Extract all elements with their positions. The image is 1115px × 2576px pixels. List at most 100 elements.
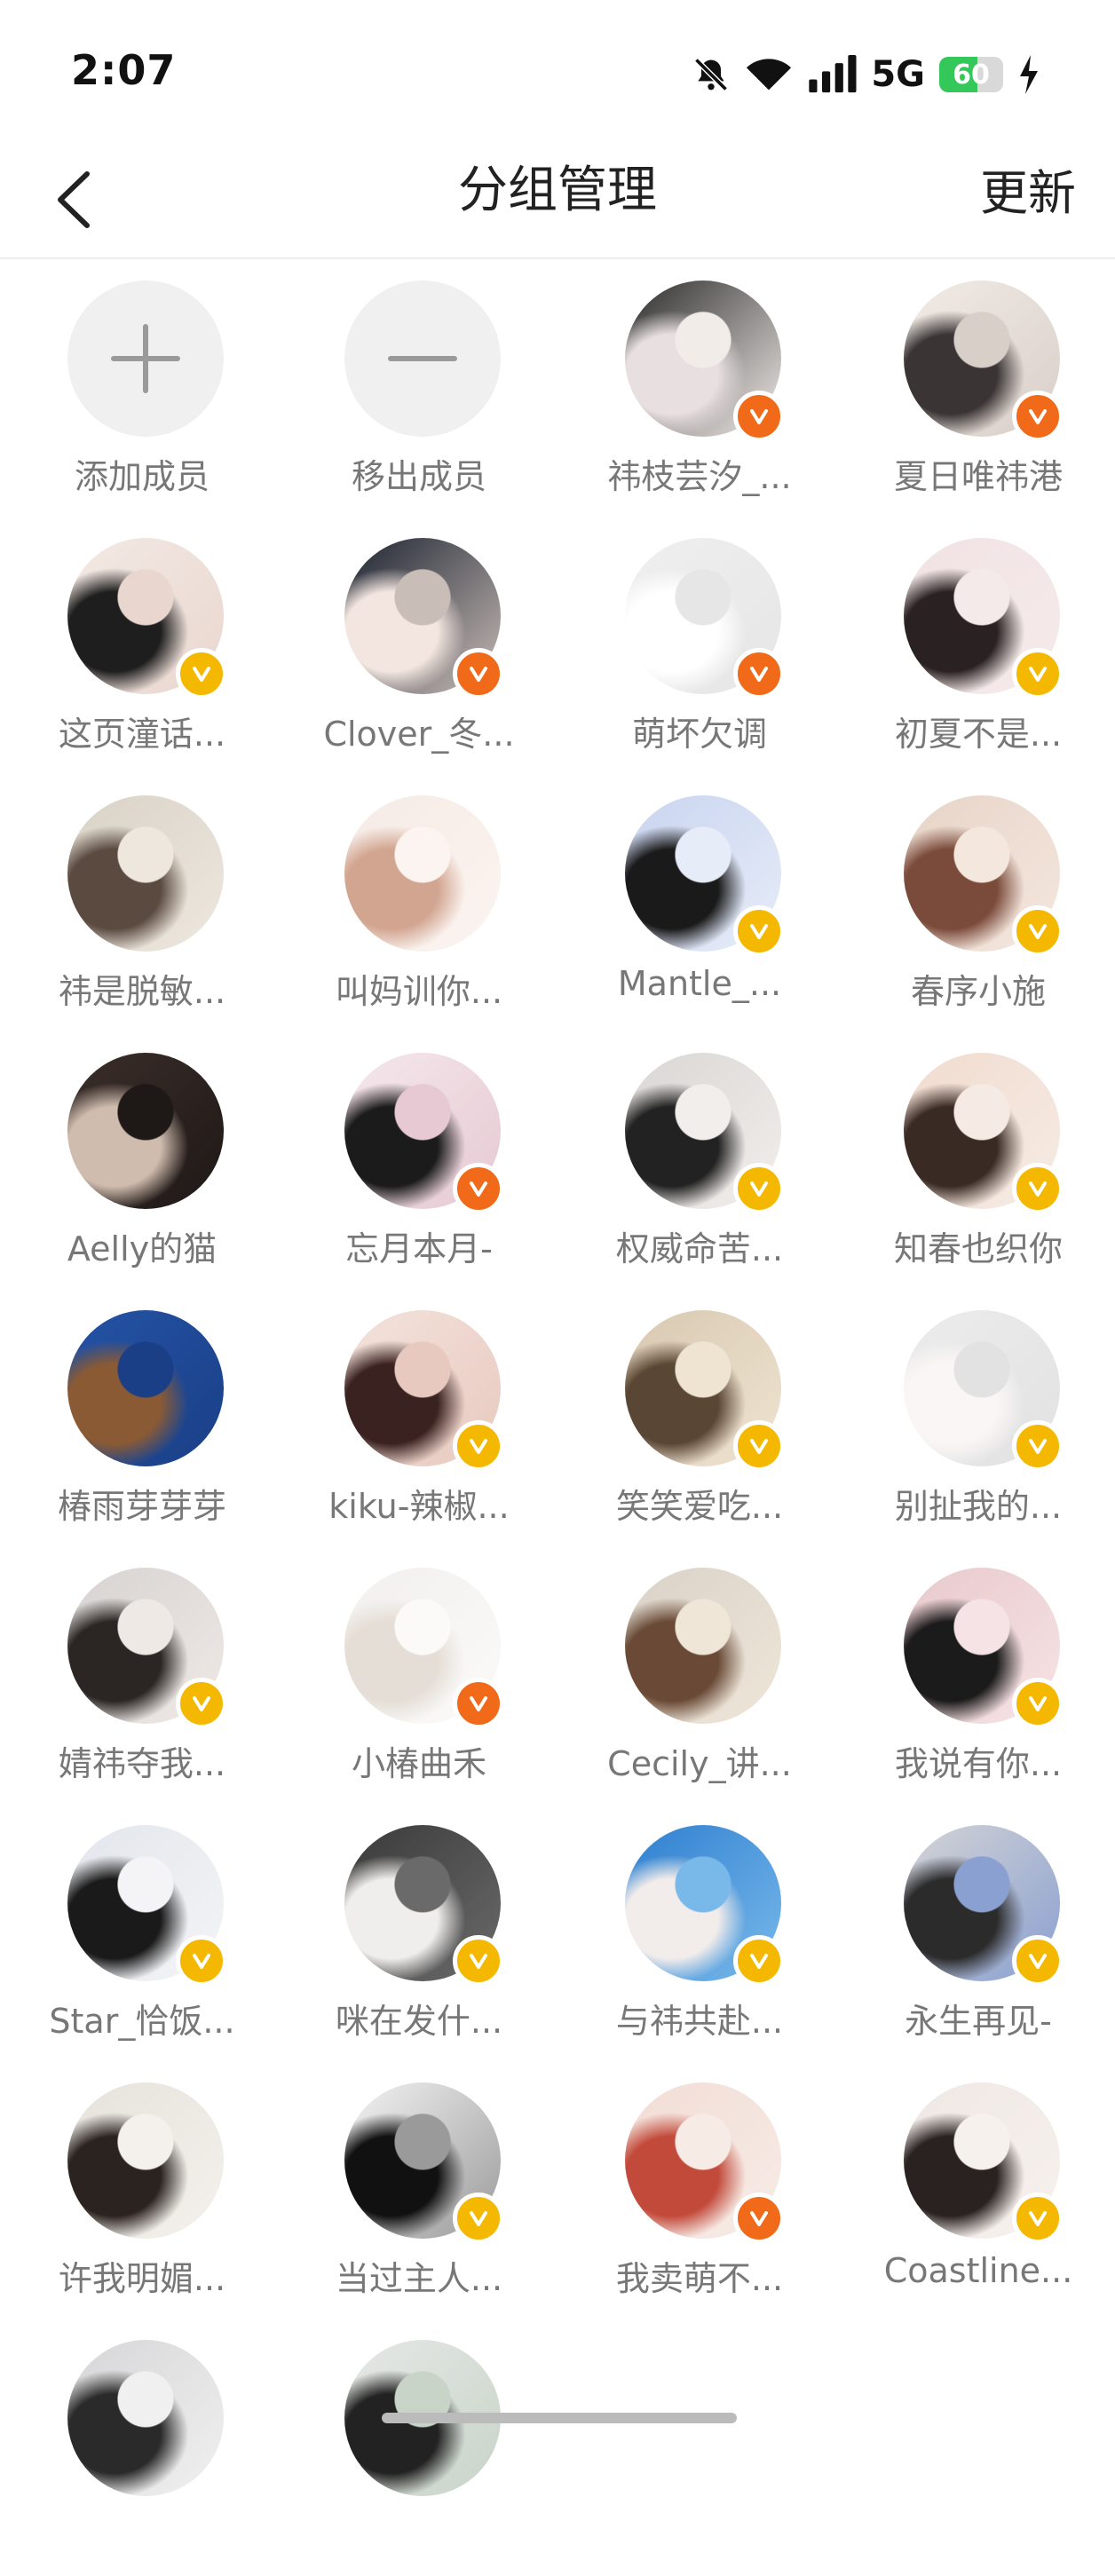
add-member-label: 添加成员	[74, 457, 210, 496]
verified-badge-icon	[733, 1163, 785, 1214]
member-name: 许我明媚...	[58, 2259, 226, 2298]
nav-bar: 分组管理 更新	[0, 142, 1115, 259]
avatar	[625, 1568, 781, 1724]
member-name: 初夏不是...	[894, 715, 1063, 754]
member-item[interactable]: Aelly的猫	[4, 1031, 281, 1289]
member-name: Aelly的猫	[67, 1229, 217, 1268]
member-name: 当过主人...	[335, 2259, 503, 2298]
verified-badge-icon	[733, 2193, 785, 2244]
verified-badge-icon	[176, 648, 227, 699]
battery-indicator: 60	[939, 57, 1003, 92]
member-item[interactable]: 叫妈训你...	[281, 774, 558, 1031]
verified-badge-icon	[1012, 1935, 1064, 1987]
member-item[interactable]: 椿雨芽芽芽	[4, 1289, 281, 1546]
home-indicator[interactable]	[382, 2413, 737, 2423]
verified-badge-icon	[1012, 1678, 1064, 1729]
update-button[interactable]: 更新	[980, 142, 1076, 245]
verified-badge-icon	[1012, 648, 1064, 699]
member-name: 咪在发什...	[335, 2002, 503, 2041]
member-item[interactable]: 初夏不是...	[840, 517, 1115, 774]
member-name: 权威命苦...	[615, 1229, 784, 1268]
verified-badge-icon	[453, 1678, 504, 1729]
member-item[interactable]: 权威命苦...	[561, 1031, 838, 1289]
member-item[interactable]: 祎枝芸汐_...	[561, 259, 838, 517]
member-item[interactable]: 别扯我的...	[840, 1289, 1115, 1546]
member-name: 永生再见-	[905, 2002, 1052, 2041]
member-item[interactable]: 小椿曲禾	[281, 1546, 558, 1804]
member-item[interactable]: 我卖萌不...	[561, 2061, 838, 2319]
add-member-button[interactable]: 添加成员	[4, 259, 281, 517]
remove-member-button[interactable]: 移出成员	[281, 259, 558, 517]
verified-badge-icon	[1012, 2193, 1064, 2244]
page-title: 分组管理	[458, 162, 657, 219]
member-item[interactable]: Clover_冬...	[281, 517, 558, 774]
verified-badge-icon	[453, 2193, 504, 2244]
member-item[interactable]	[4, 2319, 281, 2576]
member-name: 叫妈训你...	[335, 972, 503, 1011]
member-item[interactable]: Star_恰饭...	[4, 1804, 281, 2061]
verified-badge-icon	[733, 905, 785, 957]
signal-icon	[807, 55, 857, 94]
member-name: 我卖萌不...	[615, 2259, 784, 2298]
member-name: 别扯我的...	[894, 1487, 1063, 1526]
member-item[interactable]: 与祎共赴...	[561, 1804, 838, 2061]
member-item[interactable]: 许我明媚...	[4, 2061, 281, 2319]
member-name: 忘月本月-	[345, 1229, 493, 1268]
charging-icon	[1017, 55, 1040, 94]
status-bar: 2:07 5G 60	[0, 0, 1115, 142]
member-item[interactable]: 当过主人...	[281, 2061, 558, 2319]
member-item[interactable]: 夏日唯祎港	[840, 259, 1115, 517]
member-name: Star_恰饭...	[49, 2002, 235, 2041]
member-name: 与祎共赴...	[615, 2002, 784, 2041]
avatar	[67, 2082, 224, 2239]
member-name: Mantle_...	[617, 964, 782, 1003]
member-item[interactable]: Mantle_...	[561, 774, 838, 1031]
member-name: 婧祎夺我...	[58, 1744, 226, 1783]
status-icons: 5G 60	[692, 50, 1040, 99]
avatar	[67, 1310, 224, 1466]
member-item[interactable]: 春序小施	[840, 774, 1115, 1031]
verified-badge-icon	[1012, 905, 1064, 957]
wifi-icon	[745, 55, 793, 94]
member-item[interactable]: 知春也织你	[840, 1031, 1115, 1289]
verified-badge-icon	[733, 1935, 785, 1987]
verified-badge-icon	[453, 1935, 504, 1987]
member-item[interactable]: Coastline...	[840, 2061, 1115, 2319]
member-item[interactable]	[281, 2319, 558, 2576]
member-name: 祎枝芸汐_...	[607, 457, 792, 496]
verified-badge-icon	[733, 648, 785, 699]
member-name: 萌坏欠调	[631, 715, 767, 754]
member-name: 这页潼话...	[58, 715, 226, 754]
member-item[interactable]: 忘月本月-	[281, 1031, 558, 1289]
remove-member-label: 移出成员	[351, 457, 486, 496]
verified-badge-icon	[1012, 391, 1064, 442]
status-time: 2:07	[71, 46, 177, 94]
member-item[interactable]: kiku-辣椒...	[281, 1289, 558, 1546]
avatar	[67, 795, 224, 952]
avatar	[67, 1053, 224, 1209]
member-name: 笑笑爱吃...	[615, 1487, 784, 1526]
member-item[interactable]: 我说有你...	[840, 1546, 1115, 1804]
verified-badge-icon	[1012, 1420, 1064, 1472]
avatar	[344, 795, 501, 952]
member-name: 椿雨芽芽芽	[57, 1487, 226, 1526]
member-name: 我说有你...	[894, 1744, 1063, 1783]
member-name: 春序小施	[910, 972, 1046, 1011]
member-name: Cecily_讲...	[607, 1744, 792, 1783]
member-item[interactable]: 萌坏欠调	[561, 517, 838, 774]
member-item[interactable]: 永生再见-	[840, 1804, 1115, 2061]
member-item[interactable]: 这页潼话...	[4, 517, 281, 774]
member-name: Coastline...	[883, 2251, 1073, 2290]
member-item[interactable]: 咪在发什...	[281, 1804, 558, 2061]
verified-badge-icon	[733, 391, 785, 442]
member-item[interactable]: 祎是脱敏...	[4, 774, 281, 1031]
member-name: 知春也织你	[893, 1229, 1063, 1268]
verified-badge-icon	[453, 1163, 504, 1214]
member-item[interactable]: 婧祎夺我...	[4, 1546, 281, 1804]
member-item[interactable]: 笑笑爱吃...	[561, 1289, 838, 1546]
avatar	[67, 2340, 224, 2496]
verified-badge-icon	[453, 648, 504, 699]
verified-badge-icon	[733, 1420, 785, 1472]
member-item[interactable]: Cecily_讲...	[561, 1546, 838, 1804]
battery-level: 60	[953, 59, 990, 91]
